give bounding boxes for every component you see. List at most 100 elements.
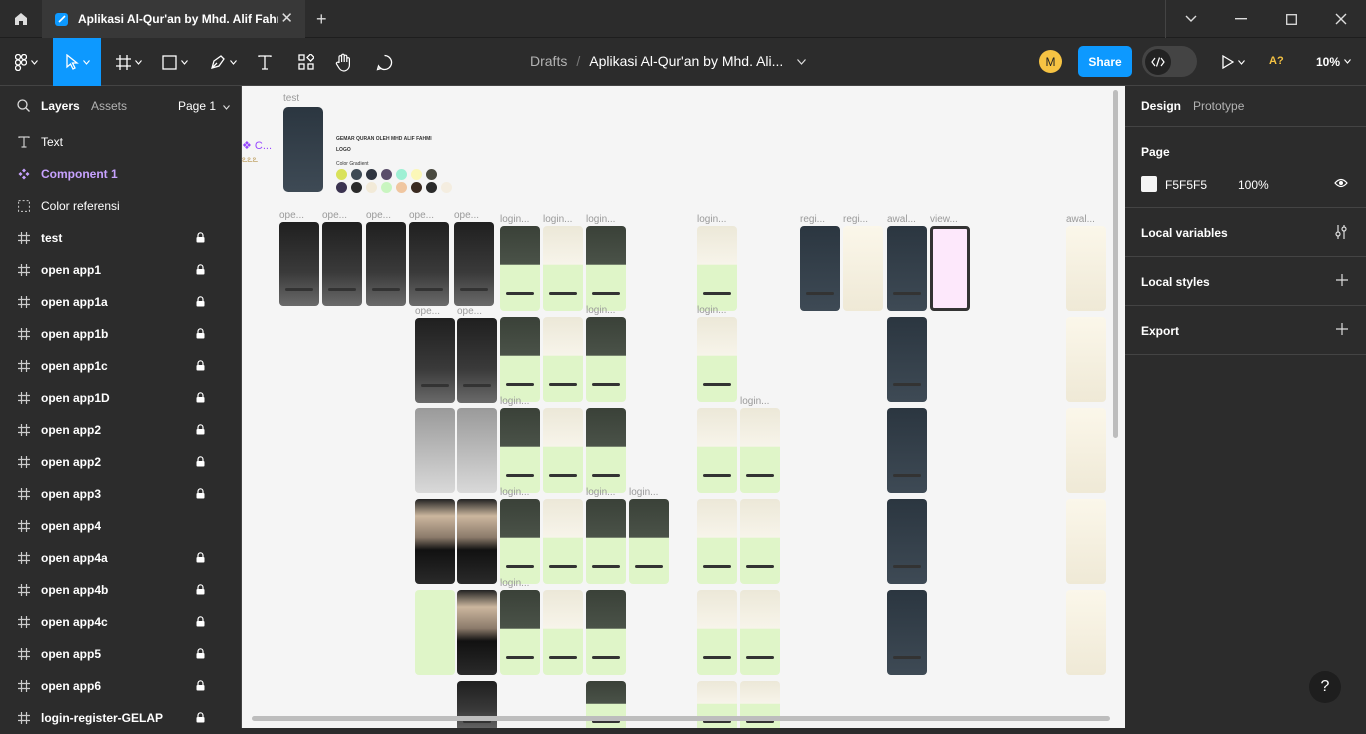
frame-thumbnail[interactable]: [322, 222, 362, 306]
horizontal-scrollbar[interactable]: [252, 716, 1110, 721]
frame-thumbnail[interactable]: [586, 408, 626, 493]
frame-thumbnail[interactable]: [697, 317, 737, 402]
page-selector[interactable]: Page 1: [178, 99, 231, 113]
breadcrumb-file-name[interactable]: Aplikasi Al-Qur'an by Mhd. Ali...: [589, 53, 783, 69]
layer-item[interactable]: test: [0, 222, 241, 254]
frame-thumbnail[interactable]: [415, 408, 455, 493]
frame-label[interactable]: login...: [586, 214, 615, 225]
layer-item[interactable]: open app1: [0, 254, 241, 286]
layer-item[interactable]: open app4b: [0, 574, 241, 606]
lock-icon[interactable]: [196, 680, 205, 694]
resources-button[interactable]: [292, 38, 320, 86]
frame-label[interactable]: login...: [543, 214, 572, 225]
tab-design[interactable]: Design: [1141, 99, 1181, 113]
comment-tool-button[interactable]: [370, 38, 398, 86]
frame-label[interactable]: login...: [697, 305, 726, 316]
color-swatch[interactable]: [381, 182, 392, 193]
lock-icon[interactable]: [196, 232, 205, 246]
frame-thumbnail[interactable]: [1066, 590, 1106, 675]
layer-item[interactable]: open app1c: [0, 350, 241, 382]
layer-item[interactable]: Text: [0, 126, 241, 158]
frame-thumbnail[interactable]: [366, 222, 406, 306]
color-swatch[interactable]: [426, 182, 437, 193]
avatar[interactable]: M: [1039, 50, 1062, 73]
main-menu-button[interactable]: [6, 38, 46, 86]
frame-thumbnail[interactable]: [457, 408, 497, 493]
text-tool-button[interactable]: [252, 38, 278, 86]
shape-tool-button[interactable]: [156, 38, 194, 86]
lock-icon[interactable]: [196, 616, 205, 630]
frame-thumbnail[interactable]: [500, 408, 540, 493]
eye-icon[interactable]: [1334, 178, 1348, 188]
lock-icon[interactable]: [196, 328, 205, 342]
frame-thumbnail[interactable]: [543, 226, 583, 311]
export-section[interactable]: Export: [1125, 306, 1366, 355]
layer-item[interactable]: open app4: [0, 510, 241, 542]
new-tab-icon[interactable]: +: [316, 10, 327, 28]
lock-icon[interactable]: [196, 648, 205, 662]
layer-item[interactable]: open app3: [0, 478, 241, 510]
frame-label[interactable]: login...: [500, 396, 529, 407]
frame-label[interactable]: regi...: [843, 214, 868, 225]
frame-thumbnail[interactable]: [887, 408, 927, 493]
frame-label[interactable]: ope...: [415, 306, 440, 317]
plus-icon[interactable]: [1336, 274, 1348, 286]
frame-label[interactable]: login...: [586, 487, 615, 498]
frame-thumbnail[interactable]: [415, 318, 455, 403]
test-frame[interactable]: [283, 107, 323, 192]
lock-icon[interactable]: [196, 456, 205, 470]
chevron-down-icon[interactable]: [797, 59, 807, 66]
layer-item[interactable]: open app5: [0, 638, 241, 670]
variables-icon[interactable]: [1334, 224, 1348, 240]
frame-label[interactable]: ope...: [409, 210, 434, 221]
frame-thumbnail[interactable]: [500, 226, 540, 311]
accessibility-check-button[interactable]: A?: [1269, 55, 1284, 67]
lock-icon[interactable]: [196, 264, 205, 278]
lock-icon[interactable]: [196, 392, 205, 406]
frame-thumbnail[interactable]: [930, 226, 970, 311]
layer-item[interactable]: open app2: [0, 414, 241, 446]
frame-label[interactable]: ope...: [454, 210, 479, 221]
frame-thumbnail[interactable]: [800, 226, 840, 311]
frame-tool-button[interactable]: [110, 38, 148, 86]
color-swatch[interactable]: [351, 169, 362, 180]
layer-item[interactable]: open app4a: [0, 542, 241, 574]
canvas[interactable]: test ❖ C... ఽఽఽ GEMAR QURAN OLEH MHD ALI…: [242, 86, 1125, 728]
frame-thumbnail[interactable]: [1066, 499, 1106, 584]
lock-icon[interactable]: [196, 296, 205, 310]
lock-icon[interactable]: [196, 552, 205, 566]
frame-thumbnail[interactable]: [697, 590, 737, 675]
search-icon[interactable]: [17, 99, 30, 112]
frame-thumbnail[interactable]: [457, 590, 497, 675]
frame-label[interactable]: regi...: [800, 214, 825, 225]
lock-icon[interactable]: [196, 584, 205, 598]
maximize-button[interactable]: [1266, 0, 1316, 38]
color-swatch[interactable]: [336, 169, 347, 180]
frame-thumbnail[interactable]: [629, 499, 669, 584]
layer-item[interactable]: Color referensi: [0, 190, 241, 222]
frame-thumbnail[interactable]: [740, 499, 780, 584]
local-styles-section[interactable]: Local styles: [1125, 257, 1366, 306]
chevron-down-icon[interactable]: [1344, 59, 1351, 64]
color-swatch[interactable]: [381, 169, 392, 180]
frame-thumbnail[interactable]: [887, 590, 927, 675]
hand-tool-button[interactable]: [330, 38, 358, 86]
lock-icon[interactable]: [196, 712, 205, 726]
color-swatch[interactable]: [336, 182, 347, 193]
frame-label[interactable]: ope...: [366, 210, 391, 221]
tab-prototype[interactable]: Prototype: [1193, 99, 1244, 113]
frame-thumbnail[interactable]: [1066, 226, 1106, 311]
local-variables-section[interactable]: Local variables: [1125, 208, 1366, 257]
frame-thumbnail[interactable]: [457, 499, 497, 584]
frame-label[interactable]: ope...: [279, 210, 304, 221]
frame-thumbnail[interactable]: [586, 499, 626, 584]
breadcrumb-drafts[interactable]: Drafts: [530, 53, 567, 69]
frame-thumbnail[interactable]: [415, 499, 455, 584]
close-tab-icon[interactable]: ✕: [280, 11, 293, 26]
zoom-level[interactable]: 10%: [1316, 55, 1340, 69]
component-label[interactable]: ❖ C...: [242, 139, 272, 152]
frame-thumbnail[interactable]: [409, 222, 449, 306]
layer-item[interactable]: login-register-GELAP: [0, 702, 241, 734]
frame-thumbnail[interactable]: [843, 226, 883, 311]
frame-label[interactable]: awal...: [1066, 214, 1095, 225]
